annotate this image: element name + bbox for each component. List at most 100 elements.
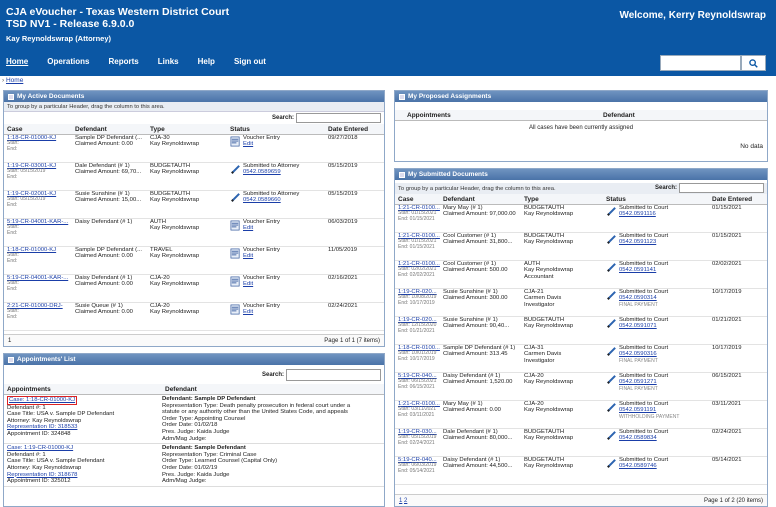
nav-links[interactable]: Links	[158, 57, 179, 66]
voucher-link[interactable]: 0542.0591271	[619, 379, 657, 385]
col-defendant[interactable]: Defendant	[162, 386, 384, 393]
breadcrumb-home[interactable]: Home	[6, 77, 23, 84]
representation-link[interactable]: Representation ID: 318533	[7, 424, 77, 430]
appointments-body: Case: 1:18-CR-01000-KJ Defendant #: 1 Case…	[4, 395, 384, 487]
col-status[interactable]: Status	[603, 196, 709, 203]
table-row: 2:21-CR-01000-DRJ- Start: End: Susie Queue …	[4, 303, 384, 331]
end-date: End: 10/17/2019	[398, 355, 435, 362]
nav-sign-out[interactable]: Sign out	[234, 57, 266, 66]
voucher-link[interactable]: 0542.0590314	[619, 295, 657, 301]
submitted-pen-icon	[607, 431, 616, 440]
col-type[interactable]: Type	[147, 126, 227, 133]
nav-help[interactable]: Help	[198, 57, 215, 66]
voucher-link[interactable]: 0542.0589660	[243, 197, 281, 203]
voucher-link[interactable]: 0542.0589659	[243, 169, 281, 175]
table-row: 1:21-CR-0100... Start: 01/15/2021 End: 01/…	[395, 233, 767, 261]
date-entered: 06/03/2019	[328, 219, 358, 225]
col-appointments[interactable]: Appointments	[4, 386, 162, 393]
voucher-link[interactable]: 0542.0589834	[619, 435, 657, 441]
date-entered: 01/21/2021	[712, 317, 742, 323]
case-link[interactable]: Case: 1:18-CR-01000-KJ	[9, 397, 75, 403]
date-entered: 05/15/2019	[328, 163, 358, 169]
case-title: Case Title: USA v. Sample DP Defendant	[7, 411, 115, 418]
voucher-link[interactable]: 0542.0591071	[619, 323, 657, 329]
voucher-link[interactable]: 0542.0591191	[619, 407, 656, 413]
voucher-link[interactable]: 0542.0591123	[619, 239, 656, 245]
panel-title: My Submitted Documents	[408, 171, 488, 178]
date-entered: 06/15/2021	[712, 373, 742, 379]
voucher-link[interactable]: 0542.0589746	[619, 463, 657, 469]
edit-link[interactable]: Edit	[243, 309, 253, 315]
app-title-line2: TSD NV1 - Release 6.9.0.0	[6, 18, 135, 30]
col-type[interactable]: Type	[521, 196, 603, 203]
collapse-icon[interactable]	[8, 93, 14, 100]
submitted-pen-icon	[607, 207, 616, 216]
col-defendant[interactable]: Defendant	[72, 126, 147, 133]
col-date[interactable]: Date Entered	[709, 196, 767, 203]
col-date[interactable]: Date Entered	[325, 126, 384, 133]
col-status[interactable]: Status	[227, 126, 325, 133]
col-case[interactable]: Case	[395, 196, 440, 203]
end-date: End: 05/14/2021	[398, 467, 435, 474]
table-row: 1:21-CR-0100... Start: 01/15/2021 End: 01/…	[395, 205, 767, 233]
voucher-link[interactable]: 0542.0590316	[619, 351, 657, 357]
col-defendant[interactable]: Defendant	[440, 196, 521, 203]
date-entered: 10/17/2019	[712, 345, 742, 351]
table-row: 5:19-CR-04001-KAR-... Start: End: Daisy Def…	[4, 275, 384, 303]
edit-link[interactable]: Edit	[243, 141, 253, 147]
col-appointments[interactable]: Appointments	[395, 112, 600, 119]
appointment-id: Appointment ID: 324848	[7, 430, 71, 437]
global-search-input[interactable]	[660, 55, 741, 71]
voucher-entry-icon	[230, 248, 240, 259]
table-row: 5:19-CR-04001-KAR-... Start: End: Daisy Def…	[4, 219, 384, 247]
end-date: End: 10/17/2019	[398, 299, 435, 306]
table-row: 1:18-CR-0100... Start: 10/01/2019 End: 10/…	[395, 345, 767, 373]
edit-link[interactable]: Edit	[243, 253, 253, 259]
col-defendant[interactable]: Defendant	[600, 112, 767, 119]
attorney-name: Kay Reynoldswrap	[150, 169, 200, 176]
order-date: Order Date: 01/02/18	[162, 422, 218, 429]
active-documents-panel: My Active Documents To group by a partic…	[3, 90, 385, 347]
end-date: End:	[7, 145, 18, 152]
global-search-button[interactable]	[741, 55, 766, 71]
claimed-amount: Claimed Amount: 313.45	[443, 351, 508, 358]
voucher-link[interactable]: 0542.0591141	[619, 267, 656, 273]
claimed-amount: Claimed Amount: 0.00	[75, 281, 133, 288]
submitted-pen-icon	[607, 375, 616, 384]
nav-home[interactable]: Home	[6, 57, 28, 66]
search-input[interactable]	[296, 113, 381, 123]
voucher-link[interactable]: 0542.0591116	[619, 211, 656, 217]
search-input[interactable]	[679, 183, 764, 193]
voucher-entry-icon	[230, 136, 240, 147]
collapse-icon[interactable]	[399, 171, 405, 178]
pager-page-2[interactable]: 2	[404, 498, 407, 504]
defendant-number: Defendant #: 1	[7, 404, 46, 411]
col-case[interactable]: Case	[4, 126, 72, 133]
case-link[interactable]: Case: 1:19-CR-01000-KJ	[7, 445, 73, 451]
grid-footer: 1 2 Page 1 of 2 (20 items)	[395, 494, 767, 506]
payment-note: FINAL PAYMENT	[619, 385, 658, 392]
attorney-name: Kay Reynoldswrap	[150, 225, 200, 232]
mag-judge: Adm/Mag Judge:	[162, 478, 207, 485]
group-by-area[interactable]: To group by a particular Header, drag th…	[4, 102, 384, 112]
edit-link[interactable]: Edit	[243, 281, 253, 287]
collapse-icon[interactable]	[8, 356, 14, 363]
date-entered: 05/15/2019	[328, 191, 358, 197]
nav-reports[interactable]: Reports	[108, 57, 138, 66]
end-date: End:	[7, 313, 18, 320]
collapse-icon[interactable]	[399, 93, 405, 100]
role: Investigator	[524, 357, 555, 364]
breadcrumb: › Home	[2, 77, 24, 84]
grid-header: Case Defendant Type Status Date Entered	[4, 124, 384, 135]
voucher-entry-icon	[230, 220, 240, 231]
pager-page-1[interactable]: 1	[399, 498, 402, 504]
representation-link[interactable]: Representation ID: 318678	[7, 472, 77, 478]
pager-page-1[interactable]: 1	[8, 338, 11, 344]
end-date: End:	[7, 257, 18, 264]
edit-link[interactable]: Edit	[243, 225, 253, 231]
nav-operations[interactable]: Operations	[47, 57, 89, 66]
group-hint: To group by a particular Header, drag th…	[398, 186, 556, 192]
app-title: CJA eVoucher - Texas Western District Co…	[6, 6, 229, 30]
search-input[interactable]	[286, 368, 381, 381]
attorney-name: Kay Reynoldswrap	[524, 211, 574, 218]
